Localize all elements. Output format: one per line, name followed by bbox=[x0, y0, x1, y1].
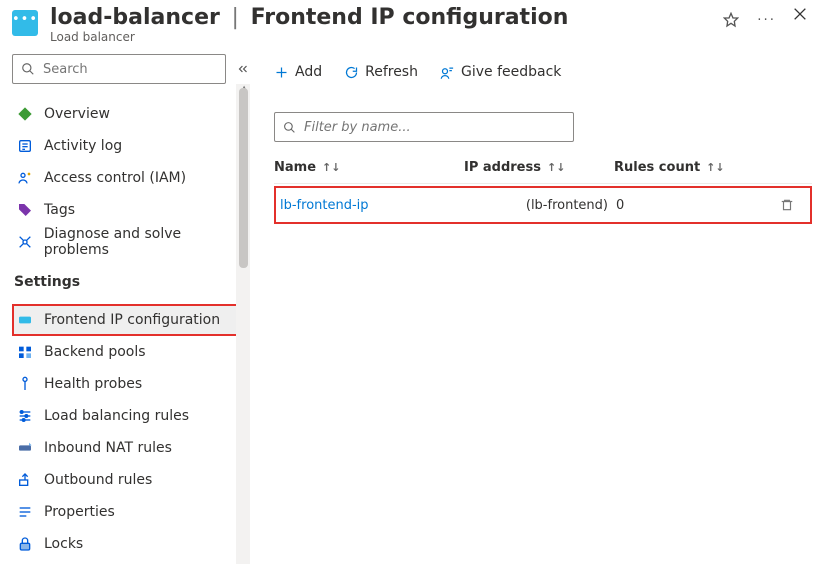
column-header-name[interactable]: Name↑↓ bbox=[274, 160, 464, 175]
page-title: load-balancer | Frontend IP configuratio… bbox=[50, 4, 709, 32]
backend-pools-icon bbox=[16, 343, 34, 361]
sidebar-item-lb-rules[interactable]: Load balancing rules bbox=[12, 400, 250, 432]
sidebar-item-access-control[interactable]: Access control (IAM) bbox=[12, 162, 250, 194]
frontend-ip-grid: Name↑↓ IP address↑↓ Rules count↑↓ lb-fro… bbox=[274, 152, 812, 224]
sidebar-item-label: Load balancing rules bbox=[44, 408, 189, 424]
sidebar-item-label: Properties bbox=[44, 504, 115, 520]
sidebar-item-outbound-rules[interactable]: Outbound rules bbox=[12, 464, 250, 496]
sidebar-item-health-probes[interactable]: Health probes bbox=[12, 368, 250, 400]
sidebar-item-label: Backend pools bbox=[44, 344, 146, 360]
sidebar-item-label: Activity log bbox=[44, 138, 122, 154]
search-icon bbox=[283, 121, 296, 134]
activity-log-icon bbox=[16, 137, 34, 155]
pin-button[interactable] bbox=[721, 10, 741, 30]
more-button[interactable]: ··· bbox=[755, 10, 778, 30]
sidebar-item-label: Access control (IAM) bbox=[44, 170, 186, 186]
refresh-icon bbox=[344, 65, 359, 80]
command-bar: Add Refresh Give feedback bbox=[274, 56, 812, 88]
sidebar-item-label: Health probes bbox=[44, 376, 142, 392]
row-rules-count: 0 bbox=[616, 198, 736, 213]
blade-header: load-balancer | Frontend IP configuratio… bbox=[0, 0, 830, 44]
resource-name: load-balancer bbox=[50, 5, 220, 30]
tags-icon bbox=[16, 201, 34, 219]
refresh-button[interactable]: Refresh bbox=[344, 64, 418, 80]
sidebar-item-label: Locks bbox=[44, 536, 83, 552]
sidebar-scrollbar-thumb[interactable] bbox=[239, 88, 248, 268]
sidebar-item-overview[interactable]: Overview bbox=[12, 98, 250, 130]
access-control-icon bbox=[16, 169, 34, 187]
sort-icon: ↑↓ bbox=[547, 161, 565, 174]
sidebar-item-label: Tags bbox=[44, 202, 75, 218]
row-name-link[interactable]: lb-frontend-ip bbox=[276, 198, 466, 213]
frontend-ip-icon bbox=[16, 311, 34, 329]
nav-main: Overview Activity log Access control (IA… bbox=[12, 98, 250, 258]
sidebar-item-inbound-nat[interactable]: Inbound NAT rules bbox=[12, 432, 250, 464]
trash-icon bbox=[780, 198, 794, 212]
plus-icon bbox=[274, 65, 289, 80]
sidebar-item-locks[interactable]: Locks bbox=[12, 528, 250, 560]
sidebar-item-label: Outbound rules bbox=[44, 472, 152, 488]
table-row[interactable]: lb-frontend-ip (lb-frontend) 0 bbox=[274, 186, 812, 224]
filter-box[interactable] bbox=[274, 112, 574, 142]
sidebar: Overview Activity log Access control (IA… bbox=[0, 44, 250, 553]
nav-settings: Frontend IP configuration Backend pools … bbox=[12, 304, 250, 560]
sidebar-item-label: Diagnose and solve problems bbox=[44, 226, 248, 258]
blade-title: Frontend IP configuration bbox=[251, 5, 569, 30]
sidebar-item-diagnose[interactable]: Diagnose and solve problems bbox=[12, 226, 250, 258]
refresh-label: Refresh bbox=[365, 64, 418, 80]
star-icon bbox=[723, 12, 739, 28]
delete-row-button[interactable] bbox=[780, 198, 810, 212]
resource-type: Load balancer bbox=[50, 30, 709, 44]
row-ip: (lb-frontend) bbox=[466, 198, 616, 213]
properties-icon bbox=[16, 503, 34, 521]
add-button[interactable]: Add bbox=[274, 64, 322, 80]
feedback-button[interactable]: Give feedback bbox=[440, 64, 561, 80]
close-button[interactable] bbox=[790, 4, 810, 24]
filter-input[interactable] bbox=[302, 119, 565, 136]
inbound-nat-icon bbox=[16, 439, 34, 457]
lb-rules-icon bbox=[16, 407, 34, 425]
sort-icon: ↑↓ bbox=[706, 161, 724, 174]
load-balancer-icon bbox=[12, 10, 38, 36]
chevron-double-left-icon bbox=[236, 62, 250, 76]
sidebar-item-backend-pools[interactable]: Backend pools bbox=[12, 336, 250, 368]
feedback-label: Give feedback bbox=[461, 64, 561, 80]
add-label: Add bbox=[295, 64, 322, 80]
sidebar-item-tags[interactable]: Tags bbox=[12, 194, 250, 226]
ellipsis-icon: ··· bbox=[757, 13, 776, 28]
sidebar-search[interactable] bbox=[12, 54, 226, 84]
collapse-sidebar-button[interactable] bbox=[236, 62, 250, 76]
sidebar-search-input[interactable] bbox=[41, 61, 217, 78]
main-content: Add Refresh Give feedback Nam bbox=[250, 44, 830, 553]
health-probes-icon bbox=[16, 375, 34, 393]
overview-icon bbox=[16, 105, 34, 123]
sidebar-item-properties[interactable]: Properties bbox=[12, 496, 250, 528]
sidebar-item-label: Overview bbox=[44, 106, 110, 122]
grid-header: Name↑↓ IP address↑↓ Rules count↑↓ bbox=[274, 152, 812, 184]
search-icon bbox=[21, 62, 35, 76]
close-icon bbox=[792, 6, 808, 22]
column-header-rules[interactable]: Rules count↑↓ bbox=[614, 160, 734, 175]
feedback-icon bbox=[440, 65, 455, 80]
sidebar-item-label: Inbound NAT rules bbox=[44, 440, 172, 456]
sidebar-item-label: Frontend IP configuration bbox=[44, 312, 220, 328]
sidebar-group-settings: Settings bbox=[14, 274, 250, 290]
outbound-rules-icon bbox=[16, 471, 34, 489]
column-header-ip[interactable]: IP address↑↓ bbox=[464, 160, 614, 175]
sidebar-item-frontend-ip[interactable]: Frontend IP configuration bbox=[12, 304, 250, 336]
sidebar-item-activity-log[interactable]: Activity log bbox=[12, 130, 250, 162]
sort-icon: ↑↓ bbox=[322, 161, 340, 174]
diagnose-icon bbox=[16, 233, 34, 251]
locks-icon bbox=[16, 535, 34, 553]
